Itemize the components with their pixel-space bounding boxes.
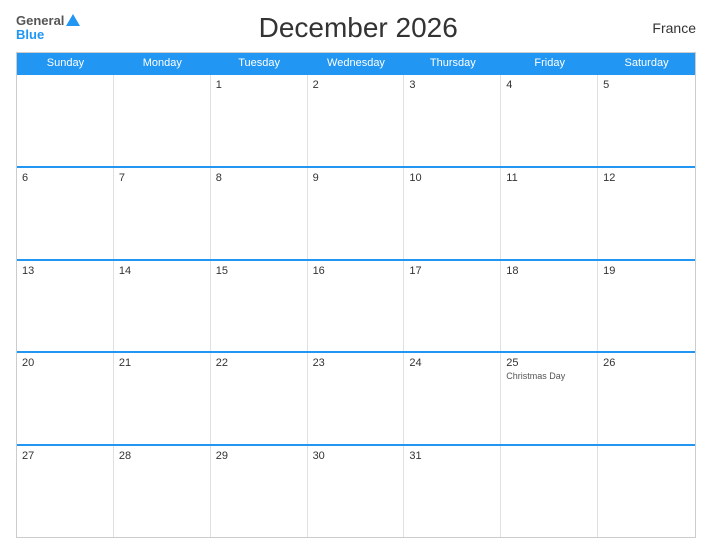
day-number: 31 [409,450,495,462]
day-cell: 20 [17,353,114,444]
day-number: 5 [603,79,690,91]
day-cell: 1 [211,75,308,166]
day-number: 19 [603,265,690,277]
day-cell: 15 [211,261,308,352]
weeks-container: 0012345678910111213141516171819202122232… [17,73,695,537]
day-cell: 0 [114,75,211,166]
day-cell: 22 [211,353,308,444]
day-header-tuesday: Tuesday [211,53,308,73]
day-header-sunday: Sunday [17,53,114,73]
day-number: 6 [22,172,108,184]
week-row-4: 27 28 29 30 31 00 [17,444,695,537]
day-number: 0 [506,450,592,462]
day-number: 15 [216,265,302,277]
day-number: 28 [119,450,205,462]
day-cell: 17 [404,261,501,352]
day-cell: 10 [404,168,501,259]
day-number: 7 [119,172,205,184]
day-cell: 11 [501,168,598,259]
day-header-wednesday: Wednesday [308,53,405,73]
logo-blue-text: Blue [16,28,44,42]
day-cell: 29 [211,446,308,537]
day-number: 13 [22,265,108,277]
week-row-3: 20 21 22 23 24 25 Christmas Day 26 [17,351,695,444]
day-number: 21 [119,357,205,369]
day-cell: 6 [17,168,114,259]
day-number: 11 [506,172,592,184]
calendar-title: December 2026 [80,12,636,44]
day-cell: 2 [308,75,405,166]
day-number: 20 [22,357,108,369]
day-number: 16 [313,265,399,277]
day-number: 3 [409,79,495,91]
day-cell: 0 [598,446,695,537]
day-number: 26 [603,357,690,369]
day-cell: 5 [598,75,695,166]
day-number: 18 [506,265,592,277]
day-cell: 0 [501,446,598,537]
day-cell: 8 [211,168,308,259]
day-number: 12 [603,172,690,184]
calendar-page: General Blue December 2026 France Sunday… [0,0,712,550]
day-number: 14 [119,265,205,277]
day-cell: 3 [404,75,501,166]
day-header-monday: Monday [114,53,211,73]
day-cell: 26 [598,353,695,444]
day-cell: 24 [404,353,501,444]
day-cell: 16 [308,261,405,352]
day-cell: 23 [308,353,405,444]
day-number: 25 [506,357,592,369]
day-cell: 27 [17,446,114,537]
day-headers-row: SundayMondayTuesdayWednesdayThursdayFrid… [17,53,695,73]
day-cell: 13 [17,261,114,352]
week-row-2: 13 14 15 16 17 18 19 [17,259,695,352]
header: General Blue December 2026 France [16,12,696,44]
day-number: 8 [216,172,302,184]
logo-triangle-icon [66,14,80,26]
day-number: 10 [409,172,495,184]
day-number: 30 [313,450,399,462]
day-number: 4 [506,79,592,91]
event-label: Christmas Day [506,371,592,382]
day-number: 1 [216,79,302,91]
day-number: 0 [119,79,205,91]
week-row-0: 0012345 [17,73,695,166]
day-cell: 9 [308,168,405,259]
day-number: 27 [22,450,108,462]
day-cell: 19 [598,261,695,352]
week-row-1: 6789 10 11 12 [17,166,695,259]
day-cell: 25 Christmas Day [501,353,598,444]
day-cell: 21 [114,353,211,444]
day-cell: 30 [308,446,405,537]
day-number: 22 [216,357,302,369]
day-header-friday: Friday [501,53,598,73]
day-number: 9 [313,172,399,184]
day-cell: 14 [114,261,211,352]
day-cell: 12 [598,168,695,259]
day-cell: 7 [114,168,211,259]
logo: General Blue [16,14,80,43]
day-number: 24 [409,357,495,369]
day-cell: 0 [17,75,114,166]
calendar-grid: SundayMondayTuesdayWednesdayThursdayFrid… [16,52,696,538]
day-cell: 4 [501,75,598,166]
day-number: 29 [216,450,302,462]
day-number: 0 [22,79,108,91]
day-cell: 31 [404,446,501,537]
day-number: 23 [313,357,399,369]
day-number: 2 [313,79,399,91]
day-cell: 28 [114,446,211,537]
day-header-thursday: Thursday [404,53,501,73]
day-cell: 18 [501,261,598,352]
day-header-saturday: Saturday [598,53,695,73]
country-label: France [636,20,696,36]
day-number: 17 [409,265,495,277]
day-number: 0 [603,450,690,462]
logo-general-text: General [16,14,64,28]
